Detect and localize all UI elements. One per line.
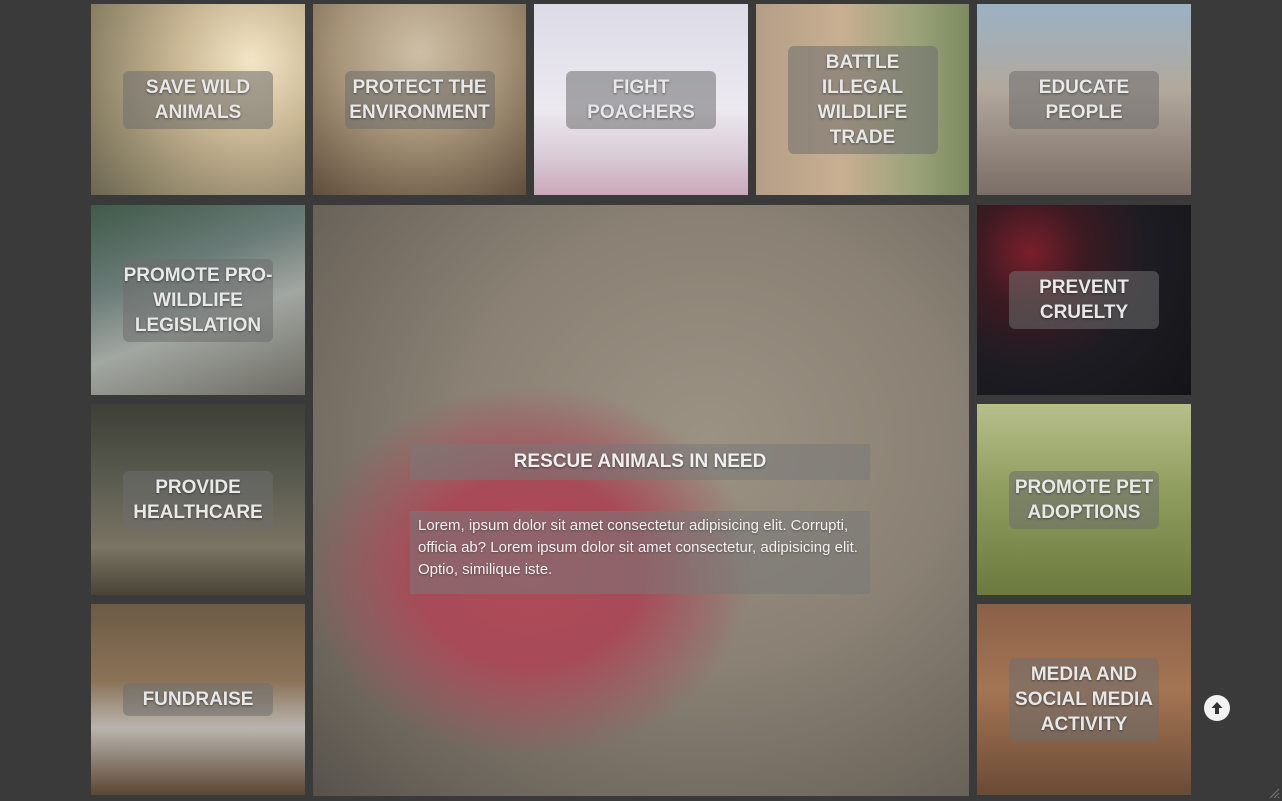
tile-promote-legislation[interactable]: PROMOTE PRO-WILDLIFE LEGISLATION bbox=[91, 205, 305, 395]
tile-educate-people[interactable]: EDUCATE PEOPLE bbox=[977, 4, 1191, 195]
tile-label: FIGHT POACHERS bbox=[566, 70, 716, 129]
tile-protect-environment[interactable]: PROTECT THE ENVIRONMENT bbox=[313, 4, 526, 195]
tile-battle-illegal-wildlife-trade[interactable]: BATTLE ILLEGAL WILDLIFE TRADE bbox=[756, 4, 969, 195]
tile-label: PROMOTE PET ADOPTIONS bbox=[1009, 470, 1159, 529]
featured-title: RESCUE ANIMALS IN NEED bbox=[410, 444, 870, 480]
tile-fundraise[interactable]: FUNDRAISE bbox=[91, 604, 305, 795]
arrow-up-icon bbox=[1211, 702, 1223, 714]
tile-promote-pet-adoptions[interactable]: PROMOTE PET ADOPTIONS bbox=[977, 404, 1191, 595]
tile-label: BATTLE ILLEGAL WILDLIFE TRADE bbox=[787, 45, 938, 154]
tile-label: MEDIA AND SOCIAL MEDIA ACTIVITY bbox=[1009, 658, 1159, 741]
tile-media-social-media-activity[interactable]: MEDIA AND SOCIAL MEDIA ACTIVITY bbox=[977, 604, 1191, 795]
scroll-to-top-button[interactable] bbox=[1204, 695, 1230, 721]
resize-grip-icon[interactable] bbox=[1268, 787, 1280, 799]
tile-label: PROVIDE HEALTHCARE bbox=[123, 470, 273, 529]
tile-label: PROTECT THE ENVIRONMENT bbox=[344, 70, 495, 129]
tile-label: FUNDRAISE bbox=[123, 683, 273, 716]
featured-rescue-animals[interactable] bbox=[313, 205, 969, 796]
tile-label: SAVE WILD ANIMALS bbox=[123, 70, 273, 129]
tile-prevent-cruelty[interactable]: PREVENT CRUELTY bbox=[977, 205, 1191, 395]
tile-label: PREVENT CRUELTY bbox=[1009, 271, 1159, 329]
tile-fight-poachers[interactable]: FIGHT POACHERS bbox=[534, 4, 748, 195]
tile-label: PROMOTE PRO-WILDLIFE LEGISLATION bbox=[123, 258, 273, 342]
tile-provide-healthcare[interactable]: PROVIDE HEALTHCARE bbox=[91, 404, 305, 595]
tile-label: EDUCATE PEOPLE bbox=[1009, 70, 1159, 129]
tile-save-wild-animals[interactable]: SAVE WILD ANIMALS bbox=[91, 4, 305, 195]
featured-description: Lorem, ipsum dolor sit amet consectetur … bbox=[410, 511, 870, 594]
macaque-photo bbox=[313, 205, 969, 796]
